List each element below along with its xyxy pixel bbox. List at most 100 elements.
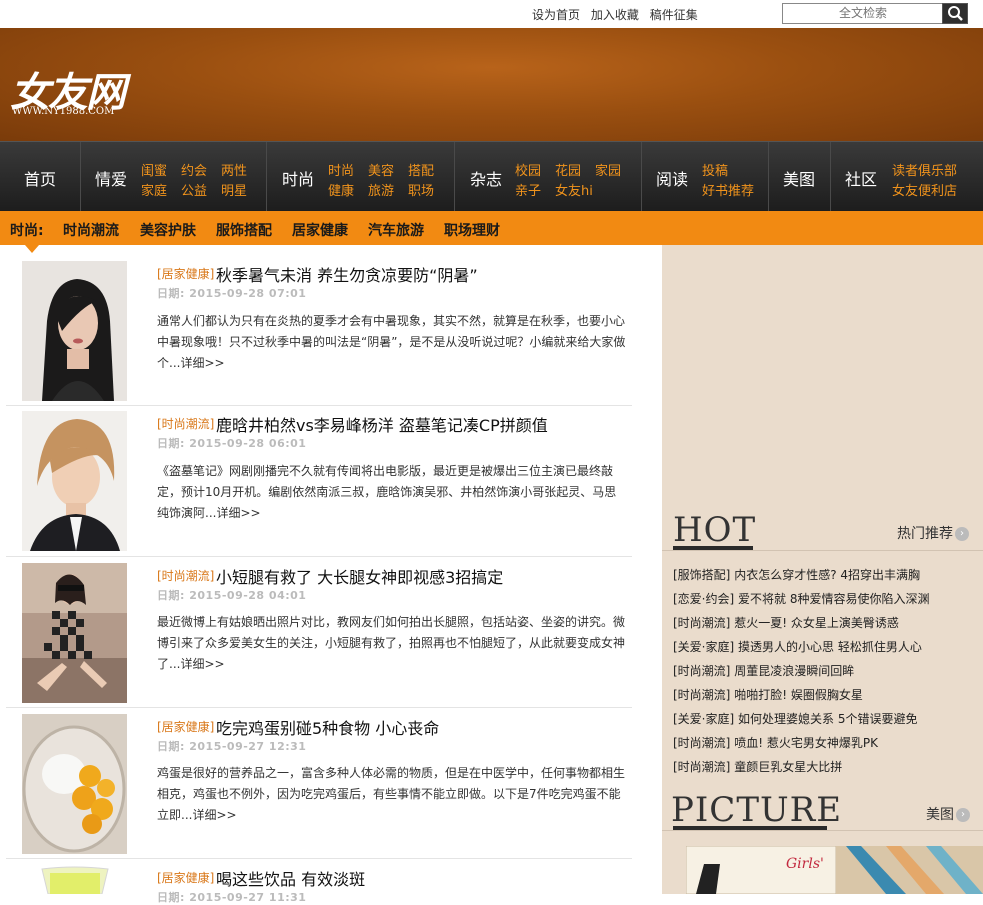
hot-list-item[interactable]: [时尚潮流] 周董昆凌浪漫瞬间回眸 bbox=[673, 662, 854, 679]
nav-sub-item[interactable]: 闺蜜 bbox=[141, 160, 167, 179]
hot-list-item[interactable]: [时尚潮流] 童颜巨乳女星大比拼 bbox=[673, 758, 842, 775]
nav-sub-item[interactable]: 家庭 bbox=[141, 180, 167, 199]
search-button[interactable] bbox=[942, 3, 968, 24]
nav-sub-item[interactable]: 约会 bbox=[181, 160, 207, 179]
article-title[interactable]: 鹿晗井柏然vs李易峰杨洋 盗墓笔记凑CP拼颜值 bbox=[216, 412, 548, 436]
hot-item-category: [时尚潮流] bbox=[673, 760, 731, 774]
svg-text:Girls': Girls' bbox=[786, 856, 824, 872]
nav-sub-item[interactable]: 投稿 bbox=[702, 160, 728, 179]
nav-sub-item[interactable]: 校园 bbox=[515, 160, 541, 179]
nav-sub-item[interactable]: 公益 bbox=[181, 180, 207, 199]
picture-preview[interactable]: Girls' bbox=[686, 846, 983, 894]
hot-more-link[interactable]: 热门推荐 › bbox=[897, 523, 969, 543]
nav-item-pictures[interactable]: 美图 bbox=[783, 166, 815, 190]
hot-list-item[interactable]: [恋爱·约会] 爱不将就 8种爱情容易使你陷入深渊 bbox=[673, 590, 929, 607]
nav-item-reading[interactable]: 阅读 bbox=[656, 166, 688, 190]
chevron-right-icon: › bbox=[956, 808, 970, 822]
hot-more-label: 热门推荐 bbox=[897, 526, 953, 542]
divider bbox=[662, 830, 983, 831]
hot-list-item[interactable]: [时尚潮流] 喷血! 惹火宅男女神爆乳PK bbox=[673, 734, 878, 751]
article-category[interactable]: [时尚潮流] bbox=[157, 567, 214, 584]
hot-item-category: [服饰搭配] bbox=[673, 568, 731, 582]
add-favorite-link[interactable]: 加入收藏 bbox=[591, 8, 639, 22]
header-banner: 女友网 WWW.NY1988.COM bbox=[0, 28, 983, 141]
hot-list-item[interactable]: [关爱·家庭] 如何处理婆媳关系 5个错误要避免 bbox=[673, 710, 917, 727]
hot-list-item[interactable]: [关爱·家庭] 摸透男人的小心思 轻松抓住男人心 bbox=[673, 638, 922, 655]
article-summary: 通常人们都认为只有在炎热的夏季才会有中暑现象，其实不然，就算是在秋季，也要小心中… bbox=[157, 311, 627, 374]
hot-item-title: 如何处理婆媳关系 5个错误要避免 bbox=[738, 712, 918, 726]
nav-sub-item[interactable]: 旅游 bbox=[368, 180, 394, 199]
article-category[interactable]: [居家健康] bbox=[157, 869, 214, 886]
sub-nav-item[interactable]: 服饰搭配 bbox=[216, 220, 272, 240]
nav-item-magazine[interactable]: 杂志 bbox=[470, 166, 502, 190]
article-title[interactable]: 小短腿有救了 大长腿女神即视感3招搞定 bbox=[216, 564, 503, 588]
nav-sub-item[interactable]: 明星 bbox=[221, 180, 247, 199]
top-bar: 设为首页 加入收藏 稿件征集 bbox=[0, 0, 983, 28]
nav-sub-item[interactable]: 搭配 bbox=[408, 160, 434, 179]
site-logo-url: WWW.NY1988.COM bbox=[12, 106, 115, 117]
sub-nav-item[interactable]: 职场理财 bbox=[444, 220, 500, 240]
set-homepage-link[interactable]: 设为首页 bbox=[532, 8, 580, 22]
main-nav: 首页 情爱 闺蜜 约会 两性 家庭 公益 明星 时尚 时尚 美容 搭配 健康 旅… bbox=[0, 141, 983, 212]
hot-list-item[interactable]: [时尚潮流] 惹火一夏! 众女星上演美臀诱惑 bbox=[673, 614, 899, 631]
nav-item-home[interactable]: 首页 bbox=[24, 166, 56, 190]
hot-item-category: [时尚潮流] bbox=[673, 664, 731, 678]
nav-sub-item[interactable]: 女友hi bbox=[555, 180, 593, 199]
picture-more-link[interactable]: 美图 › bbox=[926, 804, 970, 824]
article-thumbnail[interactable] bbox=[22, 261, 127, 401]
article-summary: 鸡蛋是很好的营养品之一，富含多种人体必需的物质，但是在中医学中，任何事物都相生相… bbox=[157, 763, 627, 826]
article-more-link[interactable]: 详细>> bbox=[180, 356, 224, 370]
hot-item-title: 啪啪打脸! 娱圈假胸女星 bbox=[734, 688, 863, 702]
hot-item-title: 摸透男人的小心思 轻松抓住男人心 bbox=[738, 640, 922, 654]
search-input[interactable] bbox=[783, 4, 943, 23]
nav-sub-item[interactable]: 家园 bbox=[595, 160, 621, 179]
article-item: [居家健康] 吃完鸡蛋别碰5种食物 小心丧命 日期: 2015-09-27 12… bbox=[6, 708, 632, 859]
sub-nav-item[interactable]: 时尚潮流 bbox=[63, 220, 119, 240]
article-more-link[interactable]: 详细>> bbox=[216, 506, 260, 520]
sub-nav-item[interactable]: 汽车旅游 bbox=[368, 220, 424, 240]
hot-list-item[interactable]: [时尚潮流] 啪啪打脸! 娱圈假胸女星 bbox=[673, 686, 863, 703]
nav-item-community[interactable]: 社区 bbox=[845, 166, 877, 190]
article-title[interactable]: 喝这些饮品 有效淡斑 bbox=[216, 866, 365, 890]
article-date: 日期: 2015-09-28 06:01 bbox=[157, 437, 307, 450]
article-title[interactable]: 吃完鸡蛋别碰5种食物 小心丧命 bbox=[216, 715, 439, 739]
nav-sub-item[interactable]: 花园 bbox=[555, 160, 581, 179]
nav-group-love: 情爱 闺蜜 约会 两性 家庭 公益 明星 bbox=[81, 142, 267, 212]
nav-sub-item[interactable]: 健康 bbox=[328, 180, 354, 199]
article-category[interactable]: [居家健康] bbox=[157, 265, 214, 282]
article-more-link[interactable]: 详细>> bbox=[180, 657, 224, 671]
article-item: [时尚潮流] 小短腿有救了 大长腿女神即视感3招搞定 日期: 2015-09-2… bbox=[6, 557, 632, 708]
article-more-link[interactable]: 详细>> bbox=[192, 808, 236, 822]
nav-sub-item[interactable]: 女友便利店 bbox=[892, 180, 957, 199]
nav-sub-item[interactable]: 好书推荐 bbox=[702, 180, 754, 199]
sub-nav-item[interactable]: 居家健康 bbox=[292, 220, 348, 240]
nav-sub-item[interactable]: 亲子 bbox=[515, 180, 541, 199]
article-thumbnail[interactable] bbox=[22, 714, 127, 854]
search-box bbox=[782, 3, 968, 24]
nav-sub-item[interactable]: 职场 bbox=[408, 180, 434, 199]
nav-sub-item[interactable]: 读者俱乐部 bbox=[892, 160, 957, 179]
article-title[interactable]: 秋季暑气未消 养生勿贪凉要防“阴暑” bbox=[216, 262, 478, 286]
article-thumbnail[interactable] bbox=[22, 563, 127, 703]
nav-sub-item[interactable]: 时尚 bbox=[328, 160, 354, 179]
article-thumbnail[interactable] bbox=[22, 411, 127, 551]
nav-sub-item[interactable]: 美容 bbox=[368, 160, 394, 179]
nav-item-love[interactable]: 情爱 bbox=[95, 166, 127, 190]
article-summary: 《盗墓笔记》网剧刚播完不久就有传闻将出电影版，最近更是被爆出三位主演已最终敲定，… bbox=[157, 461, 627, 524]
nav-sub-item[interactable]: 两性 bbox=[221, 160, 247, 179]
article-summary-text: 通常人们都认为只有在炎热的夏季才会有中暑现象，其实不然，就算是在秋季，也要小心中… bbox=[157, 314, 626, 370]
article-item: [居家健康] 秋季暑气未消 养生勿贪凉要防“阴暑” 日期: 2015-09-28… bbox=[6, 247, 632, 406]
hot-item-title: 喷血! 惹火宅男女神爆乳PK bbox=[734, 736, 878, 750]
nav-item-fashion[interactable]: 时尚 bbox=[282, 166, 314, 190]
submission-link[interactable]: 稿件征集 bbox=[650, 8, 698, 22]
hot-section-title: HOT bbox=[673, 510, 757, 550]
article-category[interactable]: [时尚潮流] bbox=[157, 415, 214, 432]
hot-item-title: 周董昆凌浪漫瞬间回眸 bbox=[734, 664, 855, 678]
article-date: 日期: 2015-09-27 11:31 bbox=[157, 891, 307, 904]
hot-list-item[interactable]: [服饰搭配] 内衣怎么穿才性感? 4招穿出丰满胸 bbox=[673, 566, 920, 583]
nav-group-home: 首页 bbox=[0, 142, 81, 212]
article-thumbnail[interactable] bbox=[22, 865, 127, 894]
hot-item-category: [关爱·家庭] bbox=[673, 712, 735, 726]
article-category[interactable]: [居家健康] bbox=[157, 718, 214, 735]
sub-nav-item[interactable]: 美容护肤 bbox=[140, 220, 196, 240]
